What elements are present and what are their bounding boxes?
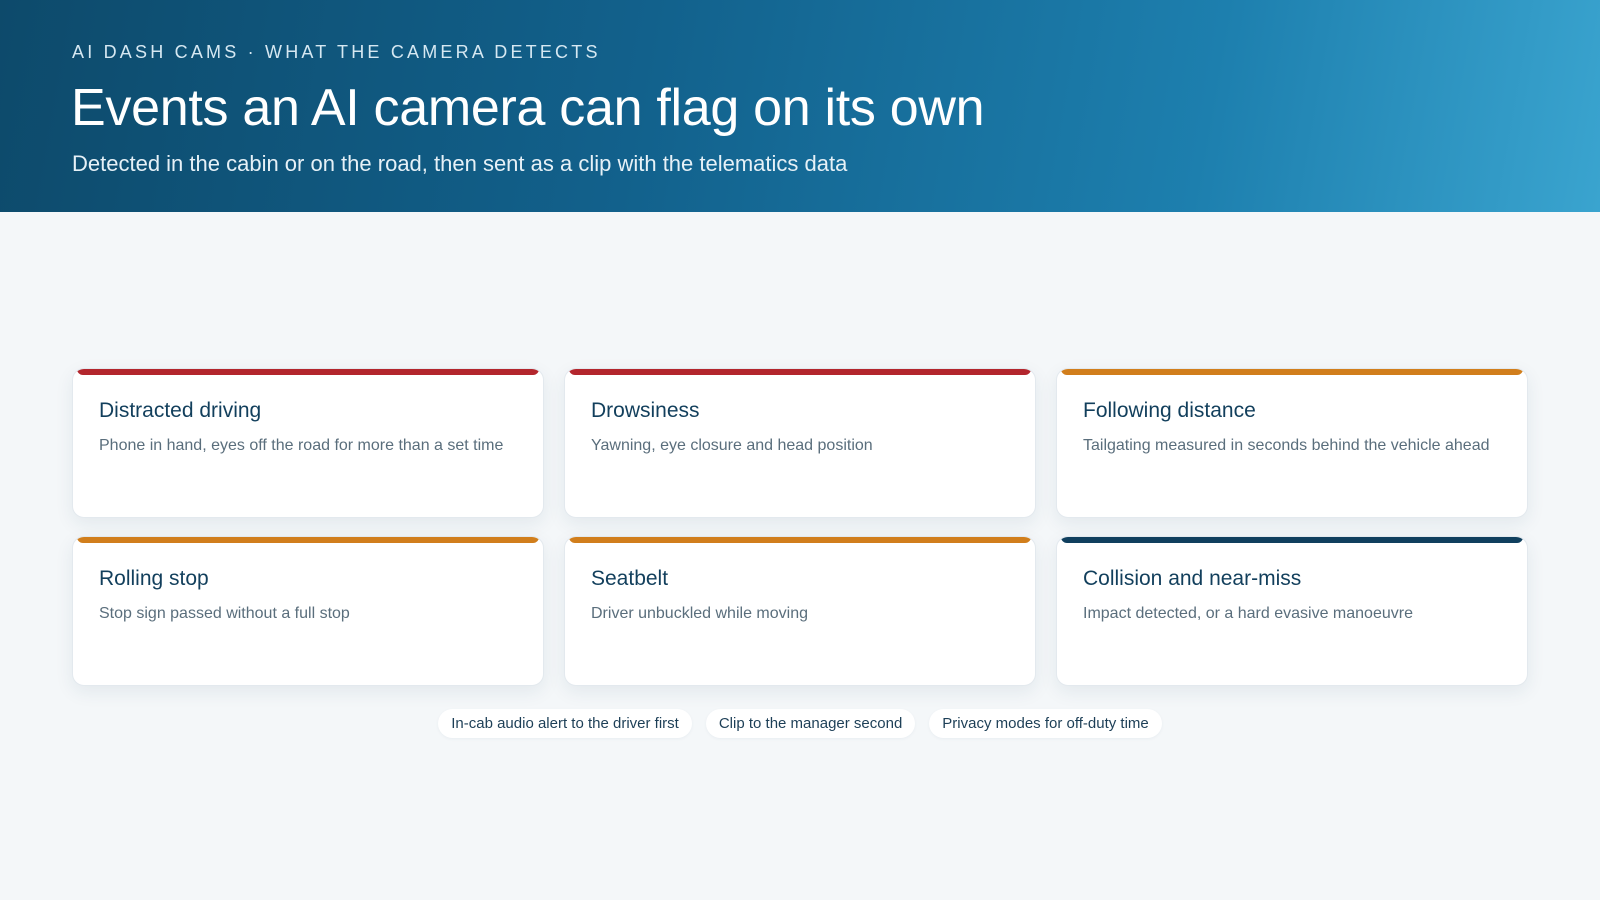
event-card-title: Drowsiness (591, 399, 700, 422)
event-card-description: Tailgating measured in seconds behind th… (1083, 437, 1490, 454)
event-card-drowsiness: Drowsiness Yawning, eye closure and head… (564, 368, 1036, 518)
event-card-title: Distracted driving (99, 399, 262, 422)
page-subtitle: Detected in the cabin or on the road, th… (72, 151, 848, 176)
severity-bar (77, 537, 539, 543)
pill-in-cab-audio-alert: In-cab audio alert to the driver first (438, 709, 692, 738)
event-card-distracted-driving: Distracted driving Phone in hand, eyes o… (72, 368, 544, 518)
pill-clip-to-manager: Clip to the manager second (705, 709, 916, 738)
event-card-description: Stop sign passed without a full stop (99, 605, 350, 622)
event-card-seatbelt: Seatbelt Driver unbuckled while moving (564, 536, 1036, 686)
severity-bar (77, 369, 539, 375)
severity-bar (1061, 537, 1523, 543)
event-card-description: Impact detected, or a hard evasive manoe… (1083, 605, 1413, 622)
event-card-title: Seatbelt (591, 567, 669, 590)
page-title: Events an AI camera can flag on its own (71, 79, 985, 137)
eyebrow-label: AI DASH CAMS · WHAT THE CAMERA DETECTS (72, 42, 601, 62)
event-card-following-distance: Following distance Tailgating measured i… (1056, 368, 1528, 518)
feature-pill-row: In-cab audio alert to the driver first C… (0, 709, 1600, 738)
header-banner: AI DASH CAMS · WHAT THE CAMERA DETECTS E… (0, 0, 1600, 212)
event-card-rolling-stop: Rolling stop Stop sign passed without a … (72, 536, 544, 686)
event-card-collision-near-miss: Collision and near-miss Impact detected,… (1056, 536, 1528, 686)
severity-bar (1061, 369, 1523, 375)
event-card-description: Phone in hand, eyes off the road for mor… (99, 437, 504, 454)
event-card-grid: Distracted driving Phone in hand, eyes o… (72, 368, 1528, 686)
event-card-title: Collision and near-miss (1083, 567, 1302, 590)
severity-bar (569, 369, 1031, 375)
event-card-description: Driver unbuckled while moving (591, 605, 808, 622)
severity-bar (569, 537, 1031, 543)
event-card-title: Rolling stop (99, 567, 209, 590)
event-card-description: Yawning, eye closure and head position (591, 437, 873, 454)
event-card-title: Following distance (1083, 399, 1256, 422)
pill-privacy-modes: Privacy modes for off-duty time (929, 709, 1162, 738)
